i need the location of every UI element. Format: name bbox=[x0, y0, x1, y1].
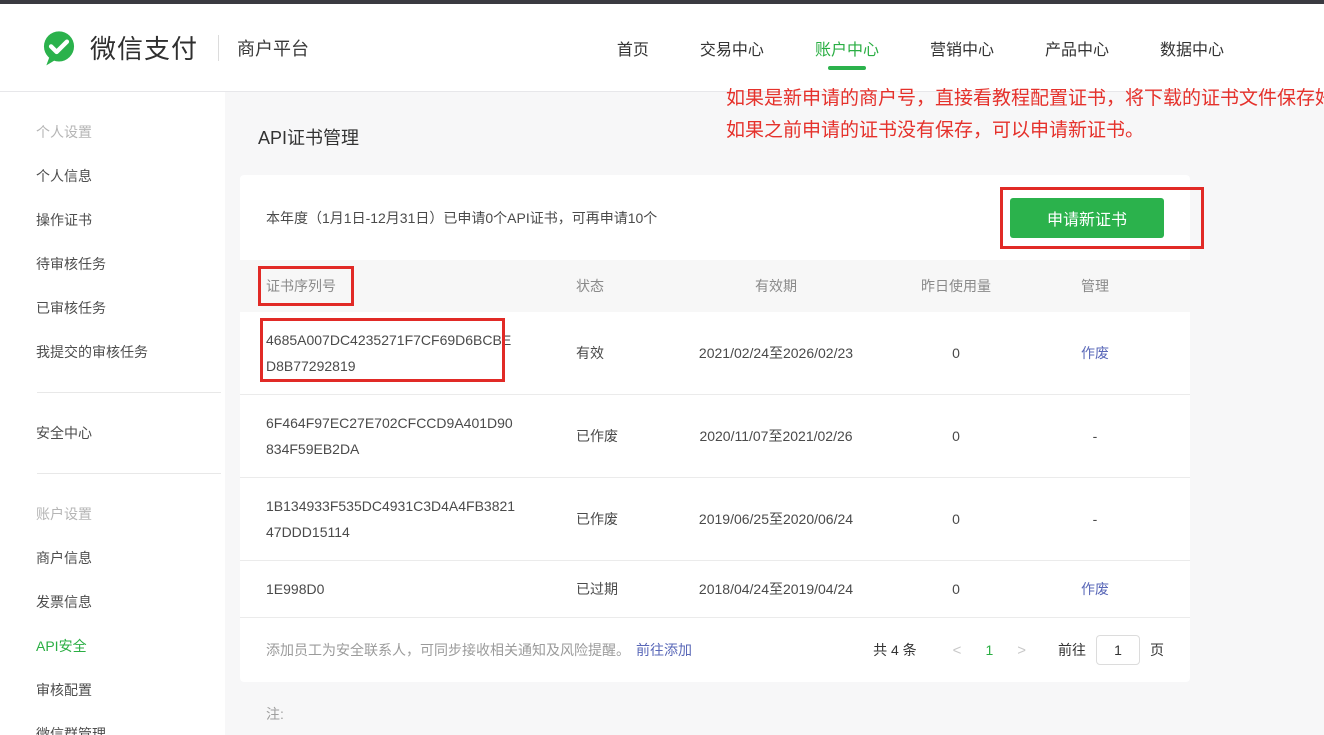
cert-serial: 4685A007DC4235271F7CF69D6BCBED8B77292819 bbox=[260, 312, 516, 394]
table-header-row: 证书序列号 状态 有效期 昨日使用量 管理 bbox=[240, 260, 1190, 312]
cert-usage: 0 bbox=[952, 428, 960, 444]
cert-status: 已作废 bbox=[576, 428, 618, 444]
table-row: 1E998D0 已过期 2018/04/24至2019/04/24 0 作废 bbox=[240, 561, 1190, 618]
sidebar-item-invoice-info[interactable]: 发票信息 bbox=[0, 580, 225, 624]
nav-product-center[interactable]: 产品中心 bbox=[1045, 4, 1109, 91]
prev-page-icon[interactable]: < bbox=[939, 642, 976, 659]
nav-transaction-center[interactable]: 交易中心 bbox=[700, 4, 764, 91]
col-header-validity: 有效期 bbox=[755, 278, 797, 294]
sidebar-item-wechat-group-mgmt[interactable]: 微信群管理 bbox=[0, 712, 225, 735]
sidebar-item-my-submitted-review[interactable]: 我提交的审核任务 bbox=[0, 330, 225, 374]
cert-validity: 2020/11/07至2021/02/26 bbox=[699, 428, 853, 444]
wechat-pay-logo-icon bbox=[43, 30, 75, 65]
cert-usage: 0 bbox=[952, 345, 960, 361]
red-annotation-line1: 如果是新申请的商户号，直接看教程配置证书，将下载的证书文件保存好。 bbox=[726, 88, 1324, 109]
pagination: 共 4 条 < 1 > 前往 页 bbox=[873, 635, 1164, 665]
note-title: 注: bbox=[266, 706, 284, 722]
brand-name: 微信支付 bbox=[90, 34, 199, 64]
sidebar-item-api-security[interactable]: API安全 bbox=[0, 624, 225, 668]
col-header-status: 状态 bbox=[576, 278, 604, 294]
sidebar-divider bbox=[37, 392, 221, 393]
nav-data-center[interactable]: 数据中心 bbox=[1160, 4, 1224, 91]
cert-management-card: 本年度（1月1日-12月31日）已申请0个API证书，可再申请10个 申请新证书… bbox=[240, 175, 1204, 682]
sidebar: 个人设置 个人信息 操作证书 待审核任务 已审核任务 我提交的审核任务 安全中心… bbox=[0, 92, 225, 735]
red-annotation-line2: 如果之前申请的证书没有保存，可以申请新证书。 bbox=[726, 120, 1145, 141]
card-footer: 添加员工为安全联系人，可同步接收相关通知及风险提醒。 前往添加 共 4 条 < … bbox=[240, 618, 1190, 682]
security-contact-tip: 添加员工为安全联系人，可同步接收相关通知及风险提醒。 bbox=[266, 642, 630, 658]
sidebar-item-merchant-info[interactable]: 商户信息 bbox=[0, 536, 225, 580]
apply-button-wrap: 申请新证书 bbox=[1000, 186, 1204, 249]
page-suffix: 页 bbox=[1150, 642, 1164, 658]
void-cert-link[interactable]: 作废 bbox=[1026, 343, 1164, 363]
table-row: 1B134933F535DC4931C3D4A4FB382147DDD15114… bbox=[240, 478, 1190, 561]
top-nav: 首页 交易中心 账户中心 营销中心 产品中心 数据中心 bbox=[617, 4, 1224, 91]
brand-separator bbox=[218, 34, 220, 61]
cert-usage: 0 bbox=[952, 511, 960, 527]
sidebar-item-reviewed[interactable]: 已审核任务 bbox=[0, 286, 225, 330]
col-header-serial-label: 证书序列号 bbox=[266, 278, 336, 294]
page-number-current[interactable]: 1 bbox=[975, 642, 1003, 658]
sidebar-item-operation-cert[interactable]: 操作证书 bbox=[0, 198, 225, 242]
goto-page-input[interactable] bbox=[1096, 635, 1140, 665]
col-header-manage: 管理 bbox=[1081, 278, 1109, 294]
goto-label: 前往 bbox=[1058, 642, 1086, 658]
cert-serial: 6F464F97EC27E702CFCCD9A401D90834F59EB2DA bbox=[266, 415, 513, 457]
go-add-link[interactable]: 前往添加 bbox=[636, 640, 692, 660]
nav-marketing-center[interactable]: 营销中心 bbox=[930, 4, 994, 91]
main-content: API证书管理 如果是新申请的商户号，直接看教程配置证书，将下载的证书文件保存好… bbox=[225, 88, 1324, 735]
nav-account-center[interactable]: 账户中心 bbox=[815, 4, 879, 91]
next-page-icon[interactable]: > bbox=[1003, 642, 1040, 659]
sidebar-divider bbox=[37, 473, 221, 474]
sidebar-item-personal-info[interactable]: 个人信息 bbox=[0, 154, 225, 198]
card-top-row: 本年度（1月1日-12月31日）已申请0个API证书，可再申请10个 申请新证书 bbox=[240, 175, 1204, 260]
platform-name: 商户平台 bbox=[237, 38, 310, 59]
cert-action-none: - bbox=[1092, 428, 1098, 444]
sidebar-item-review-config[interactable]: 审核配置 bbox=[0, 668, 225, 712]
sidebar-item-security-center[interactable]: 安全中心 bbox=[0, 411, 225, 455]
sidebar-group-account-settings: 账户设置 bbox=[36, 506, 92, 522]
sidebar-item-pending-review[interactable]: 待审核任务 bbox=[0, 242, 225, 286]
footer-note: 注: 1、你最多可同时使用3个有效证书，为减少风险，建议及时作废不使用的API证… bbox=[266, 704, 1190, 735]
col-header-serial: 证书序列号 bbox=[258, 266, 576, 306]
cert-serial: 1B134933F535DC4931C3D4A4FB382147DDD15114 bbox=[266, 498, 516, 540]
void-cert-link[interactable]: 作废 bbox=[1026, 579, 1164, 599]
cert-validity: 2018/04/24至2019/04/24 bbox=[698, 581, 854, 597]
nav-home[interactable]: 首页 bbox=[617, 4, 649, 91]
cert-action-none: - bbox=[1092, 511, 1098, 527]
sidebar-group-personal-settings: 个人设置 bbox=[36, 124, 92, 140]
red-annotation-text: 如果是新申请的商户号，直接看教程配置证书，将下载的证书文件保存好。 如果之前申请… bbox=[726, 83, 1324, 147]
cert-usage: 0 bbox=[952, 581, 960, 597]
table-row: 6F464F97EC27E702CFCCD9A401D90834F59EB2DA… bbox=[240, 395, 1190, 478]
app-header: 微信支付 商户平台 首页 交易中心 账户中心 营销中心 产品中心 数据中心 bbox=[0, 4, 1324, 92]
apply-new-cert-button[interactable]: 申请新证书 bbox=[1010, 197, 1164, 238]
cert-status: 已作废 bbox=[576, 511, 618, 527]
cert-status: 已过期 bbox=[576, 581, 618, 597]
cert-serial: 1E998D0 bbox=[266, 581, 325, 597]
brand: 微信支付 商户平台 bbox=[0, 29, 309, 67]
cert-serial-text: 4685A007DC4235271F7CF69D6BCBED8B77292819 bbox=[266, 332, 512, 374]
col-header-usage: 昨日使用量 bbox=[921, 278, 991, 294]
quota-summary: 本年度（1月1日-12月31日）已申请0个API证书，可再申请10个 bbox=[266, 209, 658, 226]
table-row: 4685A007DC4235271F7CF69D6BCBED8B77292819… bbox=[240, 312, 1190, 395]
cert-status: 有效 bbox=[576, 345, 604, 361]
pagination-total: 共 4 条 bbox=[873, 642, 917, 658]
cert-validity: 2019/06/25至2020/06/24 bbox=[698, 511, 854, 527]
cert-validity: 2021/02/24至2026/02/23 bbox=[698, 345, 854, 361]
